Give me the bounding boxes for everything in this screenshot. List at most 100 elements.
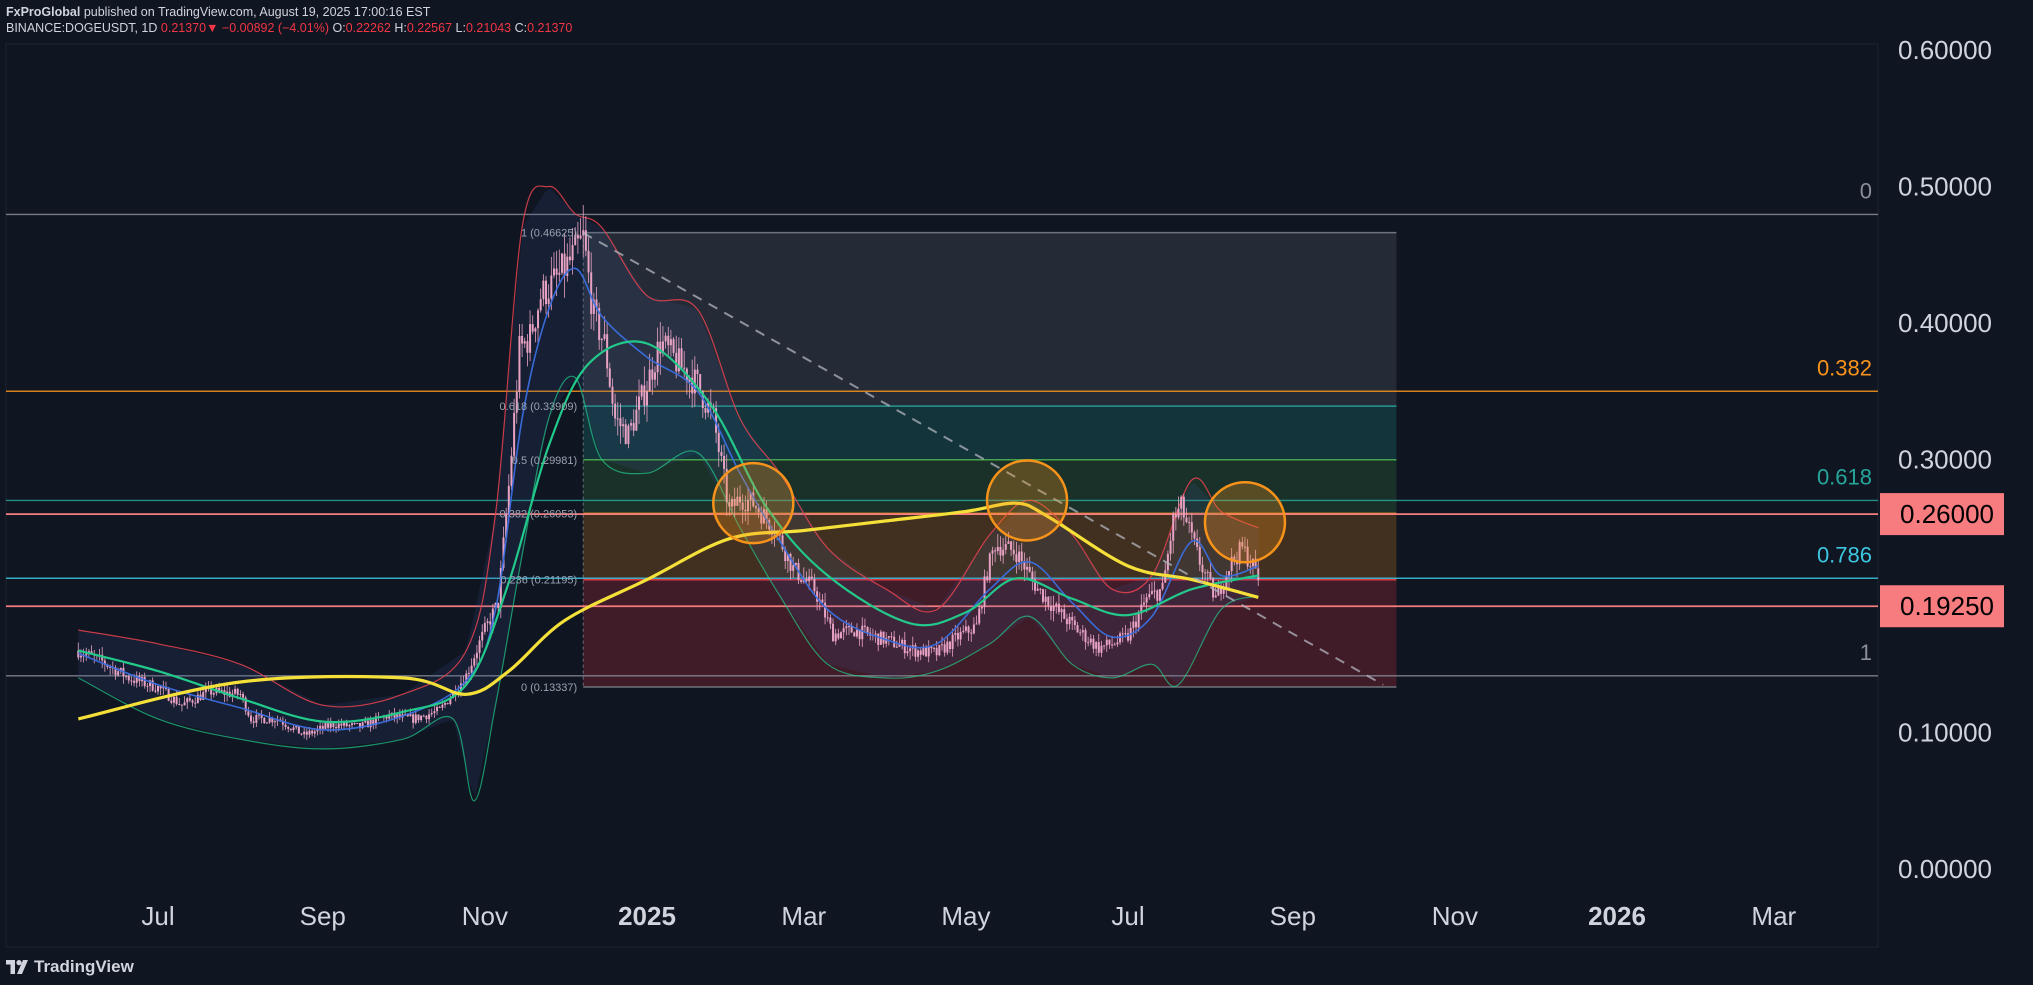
candle-body — [1158, 589, 1161, 601]
candle-body — [1026, 566, 1029, 570]
candle-body — [483, 623, 486, 632]
candle-body — [895, 646, 898, 648]
fib-level-label: 0.382 (0.26053) — [500, 508, 578, 520]
candle-body — [842, 628, 845, 633]
candle-body — [1177, 508, 1180, 518]
candle-body — [420, 715, 423, 721]
candle-body — [180, 704, 183, 706]
candle-body — [1185, 517, 1188, 523]
fib-right-label: 0.786 — [1817, 542, 1872, 567]
candle-body — [369, 719, 372, 728]
candle-body — [417, 714, 420, 721]
candle-body — [143, 677, 146, 687]
candle-body — [329, 723, 332, 728]
candle-body — [834, 633, 837, 642]
price-axis[interactable]: 0.60000 0.50000 0.40000 0.30000 0.10000 0.000… — [1880, 35, 2004, 884]
candle-body — [1169, 540, 1172, 554]
price-tick-label: 0.50000 — [1898, 172, 1992, 202]
time-axis[interactable]: Jul Sep Nov 2025 Mar May Jul Sep Nov 2026 Mar — [141, 901, 1796, 931]
candle-body — [925, 646, 928, 657]
price-tick-label: 0.40000 — [1898, 308, 1992, 338]
candle-body — [821, 599, 824, 603]
candle-body — [927, 646, 930, 657]
candle-body — [1055, 603, 1058, 606]
tradingview-logo[interactable]: TradingView — [6, 956, 134, 978]
candle-body — [1079, 632, 1082, 634]
candle-body — [414, 714, 417, 723]
candle-body — [946, 641, 949, 653]
candle-body — [146, 685, 149, 687]
candle-body — [624, 424, 627, 444]
candle-body — [863, 625, 866, 627]
candle-body — [125, 676, 128, 678]
candle-body — [300, 733, 303, 735]
candle-body — [988, 553, 991, 581]
candle-body — [1036, 588, 1039, 591]
price-box-label: 0.26000 — [1900, 499, 1994, 529]
candle-body — [901, 639, 904, 644]
candle-body — [194, 702, 197, 704]
time-tick-label: Mar — [781, 901, 826, 931]
candle-body — [1249, 566, 1252, 568]
candle-body — [667, 335, 670, 346]
candle-body — [287, 726, 290, 729]
time-tick-label: Mar — [1751, 901, 1796, 931]
candle-body — [412, 714, 415, 723]
price-tick-label: 0.30000 — [1898, 445, 1992, 475]
candle-body — [1060, 609, 1063, 613]
time-tick-label: May — [941, 901, 990, 931]
candle-body — [212, 693, 215, 695]
candle-body — [882, 631, 885, 644]
candle-body — [521, 335, 524, 344]
candle-body — [1057, 603, 1060, 613]
candle-body — [340, 723, 343, 726]
candle-body — [906, 651, 909, 654]
candle-body — [858, 629, 861, 640]
price-chart[interactable]: 1 (0.46625) 0.618 (0.33909) 0.5 (0.29981) 0… — [0, 0, 2033, 985]
candle-body — [308, 730, 311, 735]
candle-body — [1257, 568, 1260, 581]
candle-body — [526, 341, 529, 353]
candle-body — [568, 256, 571, 261]
candle-body — [1153, 590, 1156, 592]
candle-body — [643, 385, 646, 406]
candle-body — [829, 617, 832, 624]
fib-level-label: 0.236 (0.21195) — [500, 575, 577, 587]
candle-body — [1065, 618, 1068, 625]
candle-body — [79, 655, 82, 658]
candle-body — [720, 451, 723, 456]
candle-body — [919, 650, 922, 655]
candle-body — [255, 714, 258, 723]
price-box-label: 0.19250 — [1900, 591, 1994, 621]
candle-body — [1020, 551, 1023, 561]
candle-body — [481, 631, 484, 641]
candle-body — [1052, 605, 1055, 612]
candle-body — [444, 703, 447, 705]
highlight-circle — [712, 461, 795, 545]
candle-body — [438, 706, 441, 708]
time-tick-label: 2026 — [1588, 901, 1646, 931]
candle-body — [630, 423, 633, 426]
candle-body — [996, 546, 999, 552]
fib-level-label: 0 (0.13337) — [521, 682, 577, 694]
candle-body — [157, 685, 159, 692]
candle-body — [964, 626, 967, 631]
candle-body — [813, 578, 816, 592]
candle-body — [664, 335, 667, 342]
candle-body — [1004, 543, 1007, 550]
fib-level-label: 0.618 (0.33909) — [500, 401, 578, 413]
candle-body — [428, 714, 431, 720]
candle-body — [547, 298, 550, 305]
candle-body — [470, 665, 473, 673]
candle-body — [348, 725, 351, 727]
candle-body — [917, 650, 920, 657]
candle-body — [441, 704, 444, 708]
candle-body — [1214, 595, 1217, 598]
candle-body — [983, 576, 986, 607]
candle-body — [717, 432, 720, 452]
candle-body — [1044, 596, 1047, 602]
candle-body — [353, 723, 356, 725]
candle-body — [85, 653, 88, 656]
candle-body — [1073, 620, 1076, 626]
candle-body — [824, 602, 827, 618]
